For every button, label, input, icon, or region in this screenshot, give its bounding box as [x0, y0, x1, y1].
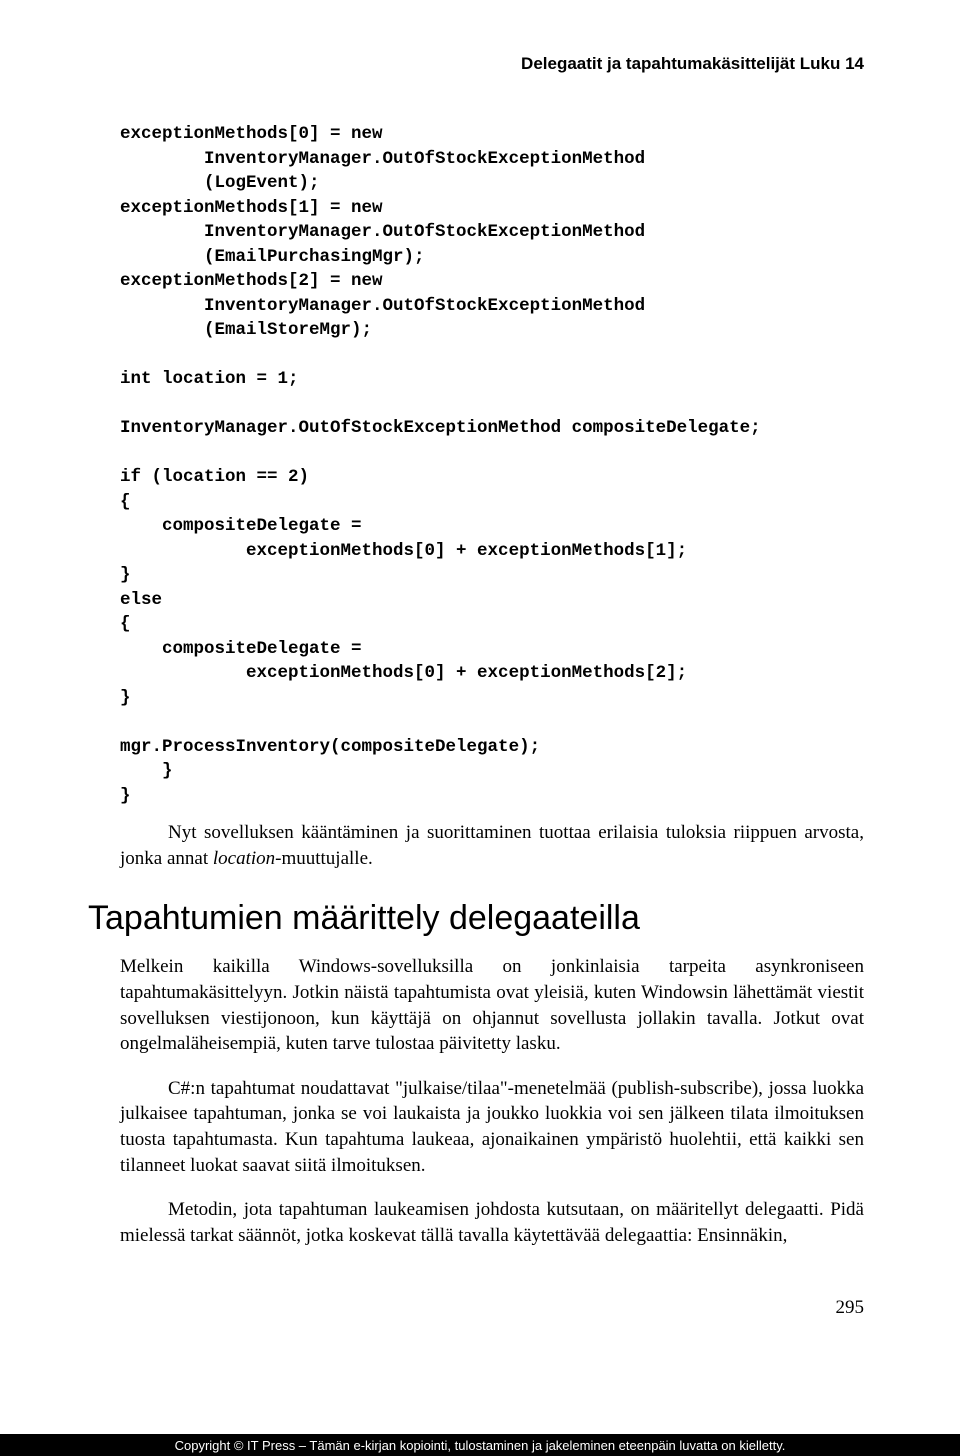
after-code-post: -muuttujalle.	[275, 848, 373, 869]
page-number: 295	[120, 1297, 864, 1319]
code-block: exceptionMethods[0] = new InventoryManag…	[120, 122, 864, 808]
body-paragraph-1: Melkein kaikilla Windows-sovelluksilla o…	[120, 954, 864, 1057]
running-header: Delegaatit ja tapahtumakäsittelijät Luku…	[120, 54, 864, 74]
after-code-italic: location	[213, 848, 275, 869]
after-code-paragraph: Nyt sovelluksen kääntäminen ja suorittam…	[120, 820, 864, 871]
body-paragraph-2: C#:n tapahtumat noudattavat "julkaise/ti…	[120, 1076, 864, 1179]
copyright-footer: Copyright © IT Press – Tämän e-kirjan ko…	[0, 1434, 960, 1456]
body-paragraph-3: Metodin, jota tapahtuman laukeamisen joh…	[120, 1197, 864, 1248]
section-heading: Tapahtumien määrittely delegaateilla	[88, 899, 864, 938]
